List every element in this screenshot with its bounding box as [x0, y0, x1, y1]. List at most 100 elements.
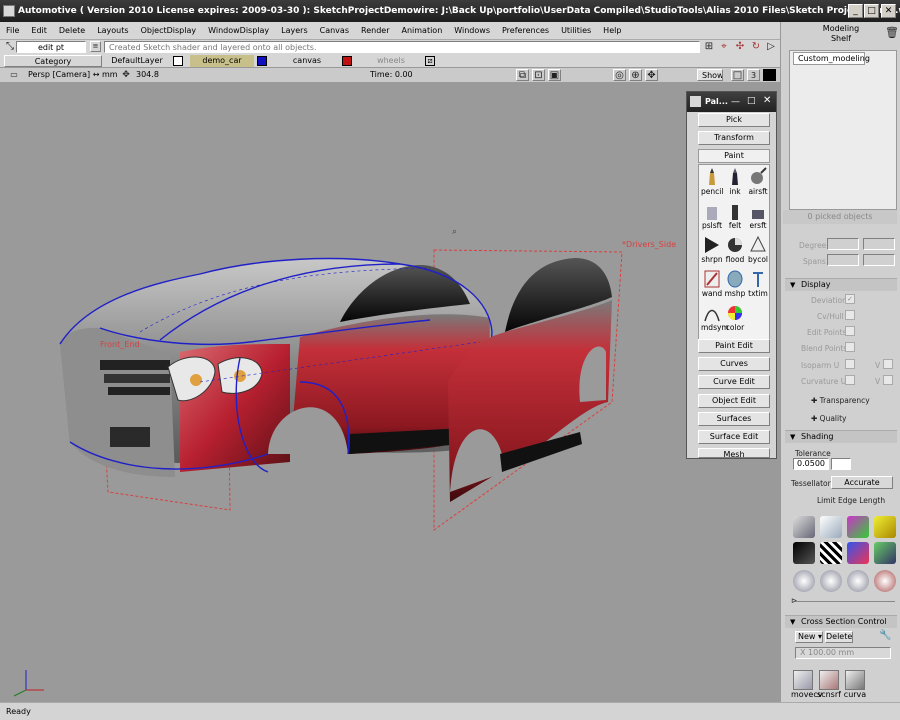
perspective-viewport[interactable]: ⌕ Front_End *Drivers_Side	[0, 82, 780, 702]
shader-environment-icon[interactable]	[874, 542, 896, 564]
layer-defaultlayer-swatch[interactable]	[173, 56, 183, 66]
menu-delete[interactable]: Delete	[53, 22, 91, 40]
wrench-icon[interactable]: 🔧	[879, 630, 891, 642]
curva-tool[interactable]: curva	[843, 670, 867, 699]
ink-tool[interactable]: ink	[724, 167, 746, 196]
view-toggle-icon[interactable]: ▭	[8, 69, 20, 81]
shader-gold-icon[interactable]	[874, 516, 896, 538]
trash-icon[interactable]: 🗑	[885, 27, 899, 39]
mesh-button[interactable]: Mesh	[698, 448, 770, 458]
tolerance-field[interactable]: 0.0500	[793, 458, 829, 470]
isoparm-v-checkbox[interactable]	[883, 359, 893, 369]
scnsrf-tool[interactable]: scnsrf	[817, 670, 841, 699]
editpoints-checkbox[interactable]	[845, 326, 855, 336]
snap-icon[interactable]: ⌖	[718, 41, 730, 53]
show-button[interactable]: Show	[697, 69, 723, 81]
menu-help[interactable]: Help	[597, 22, 627, 40]
deviation-checkbox[interactable]: ✓	[845, 294, 855, 304]
transparency-row[interactable]: ✚ Transparency	[811, 396, 870, 405]
delete-button[interactable]: Delete	[825, 631, 853, 643]
layer-demo-car[interactable]: demo_car	[190, 55, 254, 67]
transform-constraint-icon[interactable]: ✣	[734, 41, 746, 53]
menu-preferences[interactable]: Preferences	[496, 22, 555, 40]
layer-canvas-swatch[interactable]	[342, 56, 352, 66]
menu-layouts[interactable]: Layouts	[91, 22, 134, 40]
pan-icon[interactable]: ⊕	[629, 69, 642, 81]
spans-field-v[interactable]	[863, 254, 895, 266]
pick-button[interactable]: Pick	[698, 113, 770, 127]
menu-utilities[interactable]: Utilities	[555, 22, 597, 40]
layer-wheels[interactable]: wheels	[360, 55, 422, 67]
shading-section-header[interactable]: ▼ Shading	[785, 430, 897, 443]
layer-defaultlayer[interactable]: DefaultLayer	[104, 55, 170, 67]
eraser-tool[interactable]: ersft	[747, 201, 769, 230]
mirror-symmetry-tool[interactable]: mdsym	[701, 303, 729, 332]
cvhull-checkbox[interactable]	[845, 310, 855, 320]
palette-close-icon[interactable]: ✕	[763, 95, 771, 106]
menu-file[interactable]: File	[0, 22, 25, 40]
bycolor-tool[interactable]: bycol	[747, 235, 769, 264]
palette-maximize-icon[interactable]: □	[747, 96, 756, 106]
tessellator-dropdown[interactable]: Accurate	[831, 476, 893, 489]
minimize-button[interactable]: _	[848, 4, 863, 18]
shader-gradient-icon[interactable]	[847, 542, 869, 564]
pencil-tool[interactable]: pencil	[701, 167, 723, 196]
paint-edit-button[interactable]: Paint Edit	[698, 339, 770, 353]
script-icon[interactable]: ≡	[90, 41, 101, 52]
page-number[interactable]: 3	[747, 69, 760, 81]
curves-button[interactable]: Curves	[698, 357, 770, 371]
viewport-layout-icon[interactable]: ⧉	[516, 69, 529, 81]
shader-black-icon[interactable]	[793, 542, 815, 564]
close-button[interactable]: ✕	[881, 4, 896, 18]
maximize-button[interactable]: □	[864, 4, 879, 18]
quality-row[interactable]: ✚ Quality	[811, 414, 846, 423]
light-ambient-icon[interactable]	[874, 570, 896, 592]
light-directional-icon[interactable]	[847, 570, 869, 592]
degree-field-v[interactable]	[863, 238, 895, 250]
layer-demo-car-swatch[interactable]	[257, 56, 267, 66]
menu-objectdisplay[interactable]: ObjectDisplay	[135, 22, 203, 40]
menu-edit[interactable]: Edit	[25, 22, 53, 40]
window-tile-icon[interactable]: □	[731, 69, 744, 81]
light-spot-icon[interactable]	[820, 570, 842, 592]
viewport-frame-icon[interactable]: ▣	[548, 69, 561, 81]
shader-wire-icon[interactable]	[793, 516, 815, 538]
layer-canvas[interactable]: canvas	[276, 55, 338, 67]
shader-smooth-icon[interactable]	[820, 516, 842, 538]
curvature-v-checkbox[interactable]	[883, 375, 893, 385]
movecv-tool[interactable]: movecv	[791, 670, 822, 699]
tolerance-slider[interactable]	[831, 458, 851, 470]
shader-stripes-icon[interactable]	[820, 542, 842, 564]
sharpen-tool[interactable]: shrpn	[701, 235, 723, 264]
color-tool[interactable]: color	[724, 303, 746, 332]
paint-section-header[interactable]: Paint	[698, 149, 770, 163]
blendpoints-checkbox[interactable]	[845, 342, 855, 352]
object-edit-button[interactable]: Object Edit	[698, 394, 770, 408]
layer-wheels-swatch[interactable]: ⧄	[425, 56, 435, 66]
surfaces-button[interactable]: Surfaces	[698, 412, 770, 426]
menu-windowdisplay[interactable]: WindowDisplay	[202, 22, 275, 40]
dolly-icon[interactable]: ✥	[645, 69, 658, 81]
marquee-shape-tool[interactable]: mshp	[724, 269, 746, 298]
flood-tool[interactable]: flood	[724, 235, 746, 264]
airbrush-tool[interactable]: airsft	[747, 167, 769, 196]
menu-windows[interactable]: Windows	[448, 22, 496, 40]
tab-custom-modeling[interactable]: Custom_modeling	[793, 52, 870, 65]
shader-multicolor-icon[interactable]	[847, 516, 869, 538]
cross-section-x-field[interactable]: X 100.00 mm	[795, 647, 891, 659]
viewport-zoom-icon[interactable]: ⊡	[532, 69, 545, 81]
prompt-line[interactable]: Created Sketch shader and layered onto a…	[104, 41, 700, 53]
degree-field[interactable]	[827, 238, 859, 250]
curvature-u-checkbox[interactable]	[845, 375, 855, 385]
rotate-icon[interactable]: ↻	[750, 41, 762, 53]
maximize-view-icon[interactable]	[763, 69, 776, 81]
text-image-tool[interactable]: txtim	[747, 269, 769, 298]
wand-tool[interactable]: wand	[701, 269, 723, 298]
spans-field[interactable]	[827, 254, 859, 266]
focal-icon[interactable]: ✥	[120, 69, 132, 81]
play-icon[interactable]: ▷	[765, 41, 777, 53]
menu-canvas[interactable]: Canvas	[314, 22, 355, 40]
limit-edge-length[interactable]: Limit Edge Length	[817, 496, 885, 505]
felt-tool[interactable]: felt	[724, 201, 746, 230]
cross-section-header[interactable]: ▼ Cross Section Control	[785, 615, 897, 628]
